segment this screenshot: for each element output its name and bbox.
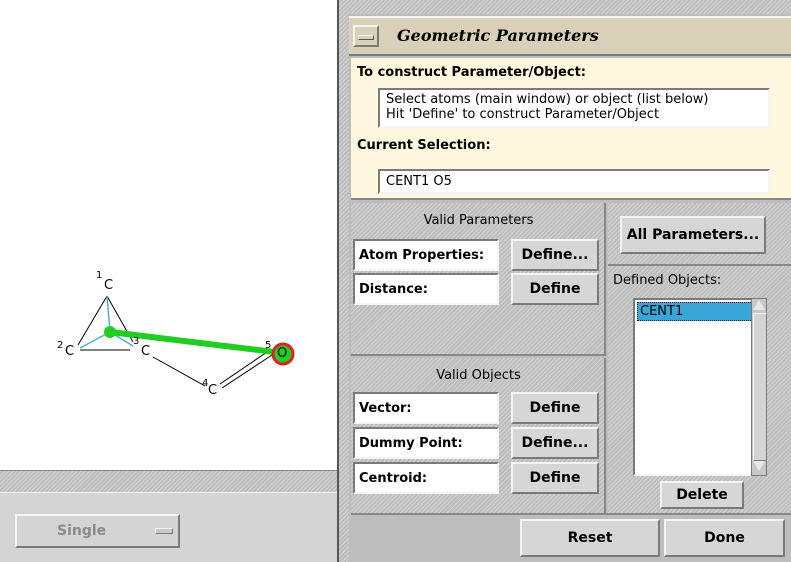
atom-symbol-3: C [141, 344, 151, 359]
current-selection-field[interactable]: CENT1 O5 [378, 169, 770, 194]
atom-properties-define-button[interactable]: Define... [511, 239, 599, 271]
centroid-define-button[interactable]: Define [511, 462, 599, 494]
atom-number-3: 3 [133, 336, 140, 347]
bond-c4-o5-b [219, 349, 271, 385]
instructions-line-1: Select atoms (main window) or object (li… [386, 92, 709, 107]
distance-define-button[interactable]: Define [511, 273, 599, 305]
scroll-thumb[interactable] [753, 313, 767, 461]
geometric-parameters-dialog: Geometric Parameters To construct Parame… [337, 0, 791, 562]
current-selection-heading: Current Selection: [357, 138, 491, 153]
scroll-down-arrow-icon[interactable] [753, 461, 765, 471]
centroid-label: Centroid: [353, 462, 499, 494]
bond-c3-c4 [152, 356, 206, 387]
atom-symbol-2: C [65, 344, 75, 359]
valid-objects-section: Valid Objects Vector: Define Dummy Point… [351, 358, 606, 513]
defined-objects-heading: Defined Objects: [613, 273, 722, 288]
atom-number-5: 5 [265, 340, 272, 351]
vector-label: Vector: [353, 392, 499, 424]
distance-label: Distance: [353, 273, 499, 305]
instructions-text: Select atoms (main window) or object (li… [378, 88, 770, 128]
valid-objects-heading: Valid Objects [436, 367, 521, 383]
defined-object-item[interactable]: CENT1 [637, 302, 761, 321]
defined-objects-scrollbar[interactable] [751, 298, 767, 476]
done-button[interactable]: Done [664, 519, 785, 557]
dummy-point-define-button[interactable]: Define... [511, 427, 599, 459]
dialog-title: Geometric Parameters [397, 26, 599, 45]
select-mode-label: Single [57, 523, 107, 539]
all-parameters-button[interactable]: All Parameters... [620, 216, 766, 254]
construct-heading: To construct Parameter/Object: [357, 65, 586, 80]
bond-c4-o5-a [221, 354, 273, 389]
dialog-frame-left [339, 0, 349, 562]
main-window-divider [0, 470, 340, 492]
molecule-drawing[interactable] [0, 0, 340, 470]
molecule-viewer[interactable]: 1 C 2 C 3 C 4 C 5 O [0, 0, 340, 470]
title-bar[interactable]: Geometric Parameters [349, 16, 791, 56]
vector-define-button[interactable]: Define [511, 392, 599, 424]
atom-number-2: 2 [57, 340, 64, 351]
reset-button[interactable]: Reset [520, 519, 660, 557]
instructions-panel: To construct Parameter/Object: Select at… [351, 58, 791, 200]
defined-objects-divider [608, 264, 791, 266]
valid-parameters-section: Valid Parameters Atom Properties: Define… [351, 203, 606, 356]
window-menu-icon [358, 35, 374, 40]
bond-c1-c2 [77, 295, 108, 346]
window-menu-button[interactable] [353, 25, 379, 47]
delete-button[interactable]: Delete [660, 481, 744, 509]
atom-symbol-4: C [208, 383, 218, 398]
valid-parameters-heading: Valid Parameters [423, 212, 534, 228]
atom-symbol-5: O [277, 346, 288, 361]
atom-number-1: 1 [96, 270, 103, 281]
defined-objects-list[interactable]: CENT1 [633, 298, 765, 476]
atom-properties-label: Atom Properties: [353, 239, 499, 271]
scroll-up-arrow-icon[interactable] [753, 300, 765, 310]
dummy-point-label: Dummy Point: [353, 427, 499, 459]
option-menu-indicator-icon [155, 528, 173, 534]
dialog-frame-top [339, 0, 791, 14]
select-mode-menu[interactable]: Single [15, 514, 180, 548]
instructions-line-2: Hit 'Define' to construct Parameter/Obje… [386, 107, 660, 122]
atom-symbol-1: C [104, 278, 114, 293]
centroid-point [104, 326, 116, 338]
